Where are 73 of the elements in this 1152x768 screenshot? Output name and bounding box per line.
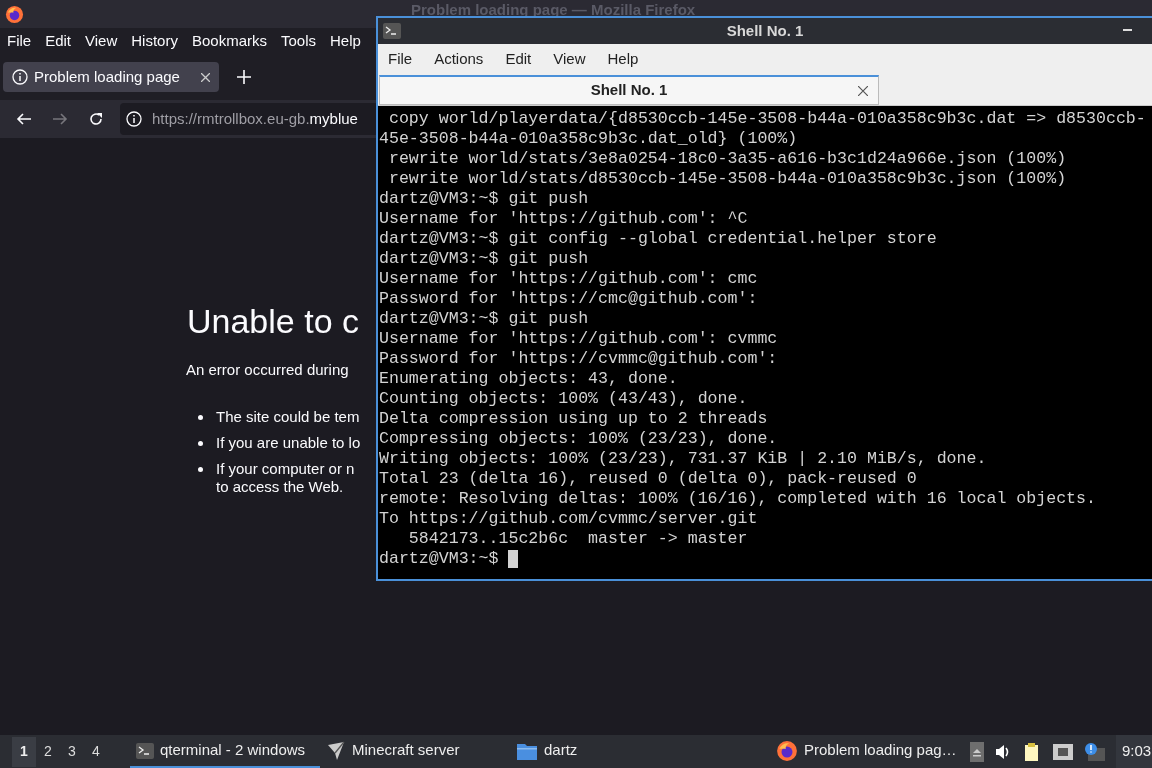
terminal-line: remote: Resolving deltas: 100% (16/16), completed with 16 local objects.: [379, 489, 1096, 509]
workspace-button[interactable]: 4: [84, 736, 108, 767]
clock[interactable]: 9:03: [1116, 735, 1152, 768]
menu-item[interactable]: Edit: [45, 29, 72, 53]
taskbar-button[interactable]: dartz: [510, 735, 700, 768]
back-icon[interactable]: [16, 111, 32, 127]
workspace-button[interactable]: 1: [12, 736, 36, 767]
error-heading: Unable to c: [187, 301, 360, 341]
terminal-line: Username for 'https://github.com': ^C: [379, 209, 748, 229]
menu-item[interactable]: View: [553, 47, 586, 71]
terminal-line: Total 23 (delta 16), reused 0 (delta 0), pack-reused 0: [379, 469, 917, 489]
menu-item[interactable]: Help: [330, 29, 361, 53]
menu-item[interactable]: Help: [607, 47, 639, 71]
terminal-line: Compressing objects: 100% (23/23), done.: [379, 429, 778, 449]
info-icon: [126, 111, 142, 127]
reload-icon[interactable]: [88, 111, 104, 127]
menu-item[interactable]: File: [388, 47, 413, 71]
menu-item[interactable]: Tools: [281, 29, 316, 53]
terminal-line: Writing objects: 100% (23/23), 731.37 KiB | 2.10 MiB/s, done.: [379, 449, 987, 469]
tab-label: Problem loading page: [34, 66, 181, 87]
terminal-line: To https://github.com/cvmmc/server.git: [379, 509, 758, 529]
firefox-icon: [5, 4, 24, 24]
terminal-line: Delta compression using up to 2 threads: [379, 409, 768, 429]
terminal-line: dartz@VM3:~$ git config --global credential.helper store: [379, 229, 937, 249]
terminal-line: Username for 'https://github.com': cvmmc: [379, 329, 778, 349]
workspace-button[interactable]: 2: [36, 736, 60, 767]
menu-item[interactable]: Edit: [505, 47, 532, 71]
terminal-line: dartz@VM3:~$ git push: [379, 249, 589, 269]
browser-tab[interactable]: Problem loading page: [3, 62, 219, 92]
bullet-icon: [198, 440, 203, 446]
bullet-icon: [198, 414, 203, 420]
menu-item[interactable]: History: [131, 29, 178, 53]
menu-item[interactable]: Actions: [434, 47, 484, 71]
terminal-line: copy world/playerdata/{d8530ccb-145e-3508-b44a-010a358c9b3c.dat => d8530ccb-: [387, 109, 1146, 129]
window-title: Shell No. 1: [726, 20, 804, 41]
terminal-line: rewrite world/stats/3e8a0254-18c0-3a35-a616-b3c1d24a966e.json (100%): [387, 149, 1067, 169]
taskbar-button[interactable]: Minecraft server: [320, 735, 510, 768]
taskbar-button[interactable]: qterminal - 2 windows: [130, 735, 320, 768]
menu-item[interactable]: View: [85, 29, 118, 53]
error-message: An error occurred during: [186, 360, 350, 380]
url-text: https://rmtrollbox.eu-gb.myblue: [152, 108, 358, 129]
list-item-text: The site could be tem: [216, 407, 360, 426]
bullet-icon: [198, 466, 203, 472]
terminal-line: dartz@VM3:~$ git push: [379, 189, 589, 209]
info-icon: [12, 69, 28, 85]
eject-icon[interactable]: [970, 741, 984, 762]
terminal-line: Counting objects: 100% (43/43), done.: [379, 389, 748, 409]
menu-item[interactable]: Bookmarks: [191, 29, 267, 53]
notification-icon[interactable]: [1084, 741, 1106, 762]
paper-plane-icon: [326, 740, 346, 761]
terminal-line: 45e-3508-b44a-010a358c9b3c.dat_old} (100%): [379, 129, 798, 149]
terminal-line: Password for 'https://cmc@github.com':: [379, 289, 758, 309]
menu-item[interactable]: File: [7, 29, 32, 53]
terminal-line: 5842173..15c2b6c master -> master: [407, 529, 748, 549]
terminal-line: rewrite world/stats/d8530ccb-145e-3508-b44a-010a358c9b3c.json (100%): [387, 169, 1067, 189]
firefox-icon: [776, 739, 798, 762]
network-icon[interactable]: [1052, 742, 1074, 761]
workspace-button[interactable]: 3: [60, 736, 84, 767]
new-tab-icon[interactable]: [237, 70, 251, 84]
forward-icon[interactable]: [52, 111, 68, 127]
terminal-line: dartz@VM3:~$ git push: [379, 309, 589, 329]
terminal-line: Enumerating objects: 43, done.: [379, 369, 678, 389]
taskbar-button[interactable]: Problem loading pag…: [770, 735, 970, 768]
terminal-icon: [383, 23, 401, 39]
terminal-prompt: dartz@VM3:~$: [379, 549, 500, 569]
list-item-text: If your computer or n to access the Web.: [216, 459, 355, 496]
terminal-icon: [136, 742, 154, 759]
close-icon[interactable]: [858, 85, 868, 96]
cursor: [508, 550, 519, 568]
terminal-line: Password for 'https://cvmmc@github.com':: [379, 349, 778, 369]
terminal-tab[interactable]: Shell No. 1: [379, 75, 879, 105]
terminal-line: Username for 'https://github.com': cmc: [379, 269, 758, 289]
list-item-text: If you are unable to lo: [216, 433, 361, 452]
